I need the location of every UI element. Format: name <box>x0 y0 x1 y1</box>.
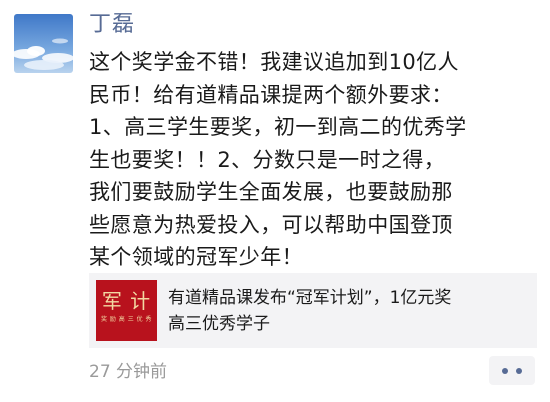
username[interactable]: 丁磊 <box>89 10 135 40</box>
link-title-line: 有道精品课发布“冠军计划”，1亿元奖 <box>168 288 452 308</box>
moments-post: 丁磊 这个奖学金不错！我建议追加到10亿人 民币！给有道精品课提两个额外要求： … <box>0 0 550 402</box>
thumbnail-subtitle: 奖 励 高 三 优 秀 <box>100 316 153 323</box>
link-title-line: 高三优秀学子 <box>168 314 270 334</box>
post-text-line: 1、高三学生要奖，初一到高二的优秀学 <box>89 115 467 139</box>
post-text-line: 我们要鼓励学生全面发展，也要鼓励那 <box>89 180 453 204</box>
post-text-line: 民币！给有道精品课提两个额外要求： <box>89 82 453 107</box>
avatar[interactable] <box>14 14 73 73</box>
post-text-line: 些愿意为热爱投入，可以帮助中国登顶 <box>89 212 453 237</box>
sky-clouds-icon <box>14 14 73 73</box>
link-title: 有道精品课发布“冠军计划”，1亿元奖 高三优秀学子 <box>168 285 528 337</box>
more-dot-icon <box>516 367 522 374</box>
post-text-line: 某个领域的冠军少年！ <box>89 245 303 269</box>
more-dot-icon <box>502 367 508 374</box>
post-text-line: 生也要奖！！2、分数只是一时之得， <box>89 147 446 172</box>
thumbnail-title: 军 计 <box>101 289 152 313</box>
link-thumbnail: 军 计 奖 励 高 三 优 秀 <box>96 280 157 341</box>
shared-link-card[interactable]: 军 计 奖 励 高 三 优 秀 有道精品课发布“冠军计划”，1亿元奖 高三优秀学… <box>89 273 537 348</box>
comment-like-button[interactable] <box>489 356 535 385</box>
post-text: 这个奖学金不错！我建议追加到10亿人 民币！给有道精品课提两个额外要求： 1、高… <box>89 46 537 274</box>
timestamp: 27 分钟前 <box>89 362 168 382</box>
post-text-line: 这个奖学金不错！我建议追加到10亿人 <box>89 50 459 74</box>
